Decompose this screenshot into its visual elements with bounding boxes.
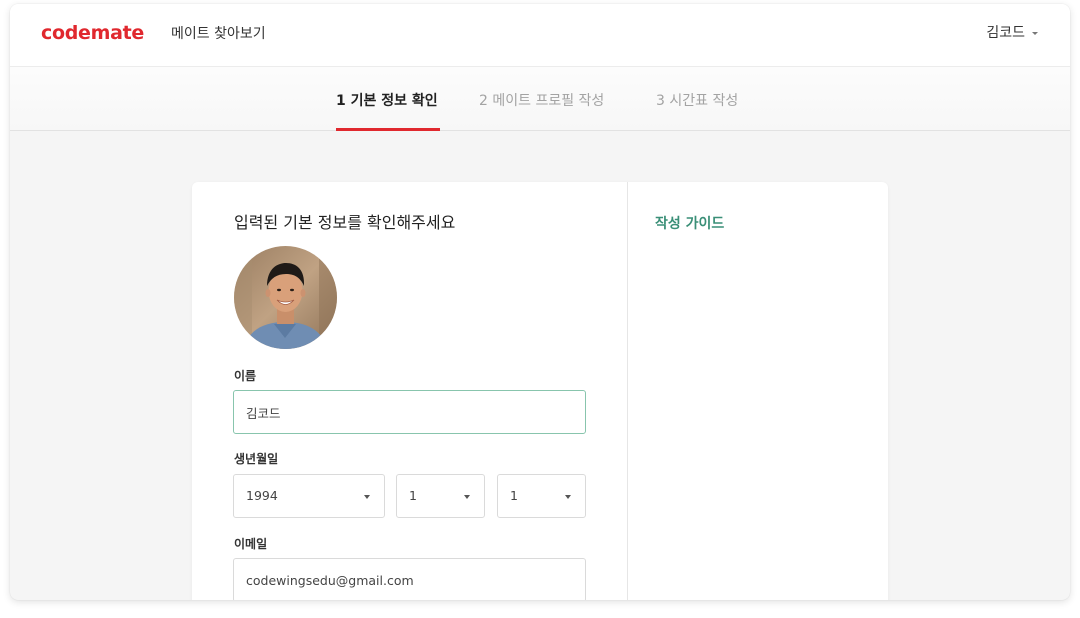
basic-info-card: 입력된 기본 정보를 확인해주세요 이름 김코드 생년월일 1994 1 1 이… — [192, 182, 888, 600]
codemate-logo[interactable]: codemate — [41, 21, 144, 45]
birth-year-select[interactable]: 1994 — [233, 474, 385, 518]
caret-down-icon — [364, 495, 370, 499]
birthdate-label: 생년월일 — [234, 452, 279, 466]
birth-day-select[interactable]: 1 — [497, 474, 586, 518]
birth-year-value: 1994 — [246, 488, 278, 503]
active-step-indicator — [336, 128, 440, 131]
step-tabs: 1 기본 정보 확인 2 메이트 프로필 작성 3 시간표 작성 — [10, 67, 1070, 131]
writing-guide-title: 작성 가이드 — [655, 216, 725, 232]
profile-photo — [234, 246, 337, 349]
step-timetable[interactable]: 3 시간표 작성 — [656, 92, 738, 110]
form-title: 입력된 기본 정보를 확인해주세요 — [234, 213, 456, 232]
birth-day-value: 1 — [510, 488, 518, 503]
form-panel: 입력된 기본 정보를 확인해주세요 이름 김코드 생년월일 1994 1 1 이… — [192, 182, 628, 600]
birth-month-select[interactable]: 1 — [396, 474, 485, 518]
caret-down-icon — [1032, 31, 1038, 35]
email-input[interactable] — [233, 558, 586, 600]
birth-month-value: 1 — [409, 488, 417, 503]
user-menu[interactable]: 김코드 — [986, 24, 1038, 42]
caret-down-icon — [565, 495, 571, 499]
step-mate-profile[interactable]: 2 메이트 프로필 작성 — [479, 92, 604, 110]
email-label: 이메일 — [234, 537, 268, 551]
top-header: codemate 메이트 찾아보기 김코드 — [10, 4, 1070, 67]
step-basic-info[interactable]: 1 기본 정보 확인 — [336, 92, 438, 110]
name-input[interactable] — [233, 390, 586, 434]
avatar — [234, 246, 337, 349]
find-mate-link[interactable]: 메이트 찾아보기 — [171, 25, 266, 43]
user-name: 김코드 — [986, 25, 1025, 41]
name-label: 이름 — [234, 369, 257, 383]
caret-down-icon — [464, 495, 470, 499]
app-window: codemate 메이트 찾아보기 김코드 1 기본 정보 확인 2 메이트 프… — [10, 4, 1070, 600]
